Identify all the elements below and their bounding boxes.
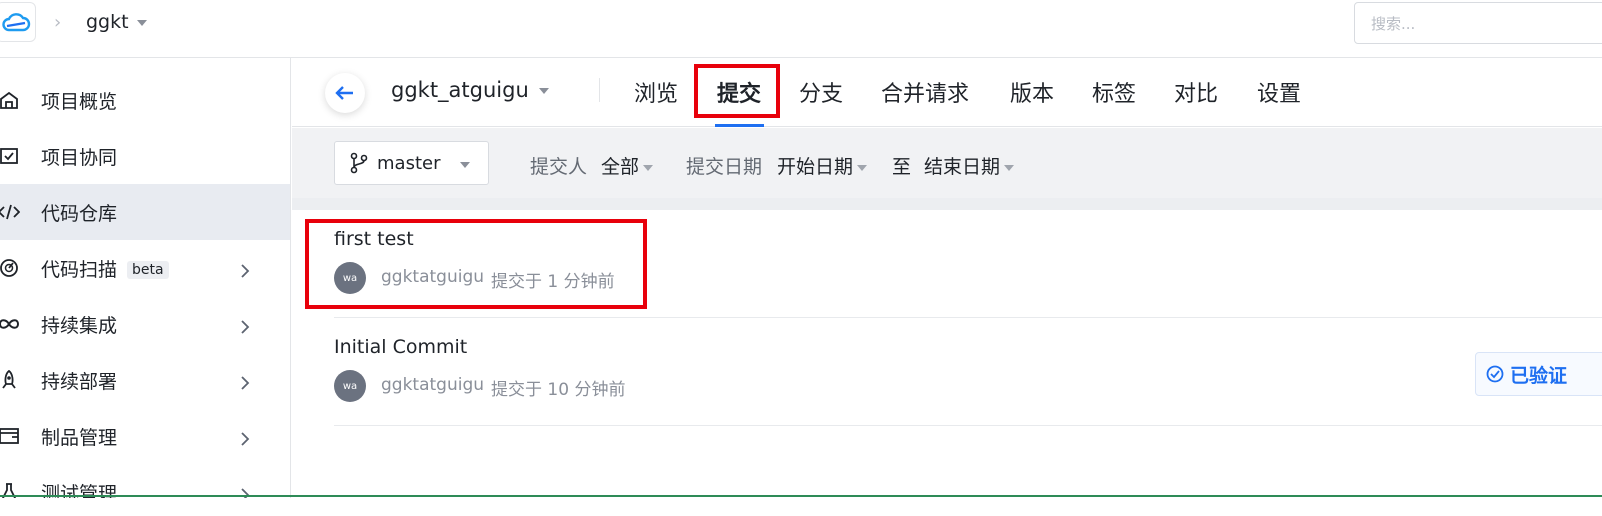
- chevron-right-icon: [238, 373, 252, 390]
- wallet-icon: [0, 425, 20, 447]
- committer-value: 全部: [601, 156, 640, 178]
- chevron-right-icon: [238, 429, 252, 446]
- sidebar-item-code-scan[interactable]: 代码扫描 beta: [0, 240, 290, 296]
- chevron-down-icon: [857, 164, 868, 171]
- sidebar-item-label: 代码仓库: [41, 202, 118, 225]
- list-top-strip: [292, 198, 1602, 210]
- sidebar-item-overview[interactable]: 项目概览: [0, 72, 290, 128]
- home-icon: [0, 89, 20, 111]
- commit-author[interactable]: ggktatguigu: [381, 267, 484, 287]
- divider: [599, 78, 600, 102]
- commit-time: 提交于 10 分钟前: [491, 380, 626, 400]
- commit-row[interactable]: Initial Commit wa ggktatguigu 提交于 10 分钟前…: [334, 318, 1602, 426]
- branch-name: master: [377, 152, 441, 174]
- tab-browse[interactable]: 浏览: [634, 76, 678, 108]
- commit-row[interactable]: first test wa ggktatguigu 提交于 1 分钟前: [334, 210, 1602, 318]
- sidebar-item-ci[interactable]: 持续集成: [0, 296, 290, 352]
- branch-select[interactable]: master: [334, 141, 489, 185]
- commit-author[interactable]: ggktatguigu: [381, 375, 484, 395]
- cloud-logo-icon[interactable]: [0, 2, 36, 42]
- repo-selector[interactable]: ggkt_atguigu: [391, 78, 549, 102]
- beta-badge: beta: [127, 261, 169, 279]
- date-range-separator: 至: [892, 156, 912, 178]
- sidebar-item-label: 持续集成: [41, 314, 118, 337]
- avatar: wa: [334, 262, 366, 294]
- sidebar-item-label: 代码扫描 beta: [41, 255, 169, 282]
- sidebar-item-artifacts[interactable]: 制品管理: [0, 408, 290, 464]
- tab-merge-requests[interactable]: 合并请求: [881, 76, 969, 108]
- end-date: 结束日期: [924, 156, 1001, 178]
- check-circle-icon: [1486, 365, 1504, 383]
- sidebar-item-collaboration[interactable]: 项目协同: [0, 128, 290, 184]
- chevron-down-icon: [538, 88, 549, 94]
- chevron-right-icon: [238, 261, 252, 278]
- commit-title[interactable]: first test: [334, 228, 414, 250]
- date-label: 提交日期: [686, 156, 763, 178]
- sidebar-item-label: 项目协同: [41, 146, 118, 169]
- chevron-down-icon: [643, 164, 654, 171]
- start-date: 开始日期: [777, 156, 854, 178]
- commit-time: 提交于 1 分钟前: [491, 272, 615, 292]
- arrow-left-icon: [335, 86, 353, 100]
- rocket-icon: [0, 369, 20, 391]
- sidebar-item-testing[interactable]: 测试管理: [0, 464, 290, 498]
- search-input[interactable]: 搜索...: [1354, 2, 1602, 44]
- chevron-down-icon: [136, 19, 147, 26]
- sidebar: 项目概览 项目协同 代码仓库 代码扫描 beta 持续集成 持续部署 制品管理 …: [0, 58, 291, 498]
- back-button[interactable]: [325, 73, 365, 113]
- sidebar-item-label: 项目概览: [41, 90, 118, 113]
- branch-icon: [350, 152, 368, 174]
- tab-branches[interactable]: 分支: [799, 76, 843, 108]
- bottom-border: [0, 495, 1602, 497]
- verified-badge[interactable]: 已验证: [1475, 352, 1602, 396]
- project-selector[interactable]: ggkt: [86, 11, 147, 33]
- avatar: wa: [334, 370, 366, 402]
- sidebar-item-code-repo[interactable]: 代码仓库: [0, 184, 290, 240]
- tab-releases[interactable]: 版本: [1010, 76, 1054, 108]
- committer-label: 提交人: [530, 156, 588, 178]
- start-date-picker[interactable]: 开始日期: [777, 152, 868, 179]
- code-icon: [0, 201, 20, 223]
- infinity-icon: [0, 313, 20, 335]
- sidebar-item-cd[interactable]: 持续部署: [0, 352, 290, 408]
- chevron-down-icon: [1004, 164, 1015, 171]
- sidebar-item-label: 持续部署: [41, 370, 118, 393]
- tab-commits[interactable]: 提交: [717, 76, 761, 108]
- top-bar: › ggkt 搜索...: [0, 0, 1602, 58]
- filter-bar: master 提交人 全部 提交日期 开始日期 至 结束日期: [292, 128, 1602, 198]
- tab-compare[interactable]: 对比: [1174, 76, 1218, 108]
- verified-label: 已验证: [1510, 364, 1568, 387]
- commit-title[interactable]: Initial Commit: [334, 336, 467, 358]
- repo-header: ggkt_atguigu 浏览 提交 分支 合并请求 版本 标签 对比 设置: [292, 58, 1602, 127]
- project-name: ggkt: [86, 11, 129, 33]
- scan-icon: [0, 257, 20, 279]
- checkbox-icon: [0, 145, 20, 167]
- committer-filter[interactable]: 全部: [601, 152, 654, 179]
- repo-name: ggkt_atguigu: [391, 78, 529, 102]
- active-tab-indicator: [715, 124, 764, 127]
- chevron-right-icon: [238, 317, 252, 334]
- tab-tags[interactable]: 标签: [1092, 76, 1136, 108]
- chevron-down-icon: [460, 162, 470, 168]
- breadcrumb-separator-icon: ›: [54, 12, 62, 33]
- end-date-picker[interactable]: 结束日期: [924, 152, 1015, 179]
- sidebar-item-label: 制品管理: [41, 426, 118, 449]
- sidebar-item-text: 代码扫描: [41, 258, 118, 281]
- tab-settings[interactable]: 设置: [1257, 76, 1301, 108]
